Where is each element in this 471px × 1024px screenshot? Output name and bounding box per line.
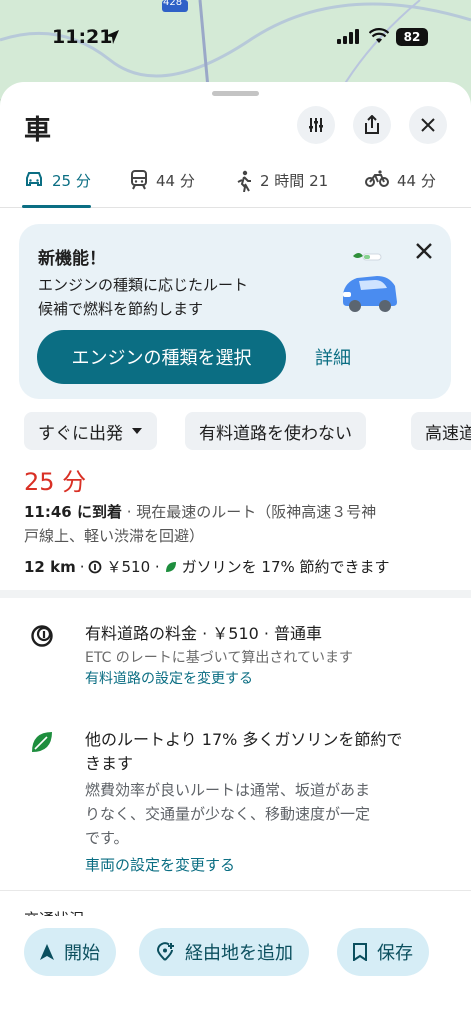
chip-highways-label: 高速道	[425, 423, 471, 444]
route-toll: ￥510 ·	[106, 558, 160, 576]
chip-depart-now[interactable]: すぐに出発	[24, 412, 157, 450]
section-divider	[0, 590, 471, 598]
save-button[interactable]: 保存	[337, 928, 429, 976]
location-arrow-icon	[105, 30, 119, 44]
tab-transit[interactable]: 44 分	[130, 166, 195, 206]
chip-highways[interactable]: 高速道	[411, 412, 471, 450]
tab-walk[interactable]: 2 時間 21	[236, 166, 328, 206]
start-button-label: 開始	[64, 943, 100, 964]
route-fuel-saving: ガソリンを 17% 節約できます	[181, 558, 390, 576]
toll-icon	[89, 560, 102, 573]
walking-icon	[237, 170, 251, 192]
navigation-arrow-icon	[40, 944, 54, 960]
close-button[interactable]	[409, 106, 447, 144]
traffic-section-heading: 交通状況	[24, 908, 84, 916]
fuel-desc-line2: りなく、交通量が少なく、移動速度が一定	[85, 805, 371, 823]
tab-walk-label: 2 時間 21	[260, 172, 329, 190]
change-vehicle-settings-link[interactable]: 車両の設定を変更する	[85, 854, 235, 875]
tab-car-label: 25 分	[52, 172, 91, 190]
arrival-description-cont: 戸線上、軽い渋滞を回避）	[24, 527, 205, 545]
active-tab-indicator	[22, 205, 91, 208]
sheet-grabber[interactable]	[212, 91, 259, 96]
tab-car[interactable]: 25 分	[24, 166, 91, 206]
battery-indicator: 82	[396, 28, 428, 46]
electric-car-illustration	[343, 253, 397, 312]
status-bar: 11:21 82	[0, 0, 471, 76]
chevron-down-icon	[132, 428, 142, 434]
tab-transit-label: 44 分	[156, 172, 195, 190]
chip-depart-now-label: すぐに出発	[38, 423, 123, 444]
chip-avoid-tolls-label: 有料道路を使わない	[199, 423, 352, 444]
add-stop-button[interactable]: 経由地を追加	[139, 928, 309, 976]
tab-bike[interactable]: 44 分	[365, 166, 436, 206]
route-distance: 12 km	[24, 557, 76, 576]
promo-heading: 新機能！	[38, 249, 106, 269]
add-stop-icon	[156, 942, 174, 961]
save-button-label: 保存	[377, 943, 413, 964]
promo-body-line1: エンジンの種類に応じたルート	[38, 276, 249, 294]
toll-subtitle: ETC のレートに基づいて算出されています	[85, 650, 353, 666]
route-filter-chips: すぐに出発 有料道路を使わない 高速道	[24, 412, 471, 450]
car-icon	[26, 172, 42, 186]
eco-leaf-icon	[165, 561, 176, 572]
start-button[interactable]: 開始	[24, 928, 116, 976]
route-options-button[interactable]	[297, 106, 335, 144]
promo-body-line2: 候補で燃料を節約します	[38, 300, 204, 318]
bottom-action-bar: 開始 経由地を追加 保存	[0, 924, 471, 1024]
arrival-description: · 現在最速のルート（阪神高速３号神	[121, 503, 377, 521]
fuel-desc-line3: です。	[85, 829, 129, 847]
fuel-desc-line1: 燃費効率が良いルートは通常、坂道があま	[85, 781, 371, 799]
sliders-icon	[309, 118, 323, 132]
change-toll-settings-link[interactable]: 有料道路の設定を変更する	[85, 668, 253, 688]
route-arrival: 11:46 に到着 · 現在最速のルート（阪神高速３号神 戸線上、軽い渋滞を回避…	[24, 500, 454, 548]
cellular-signal-icon	[337, 29, 359, 44]
eco-leaf-icon	[32, 732, 52, 752]
separator-dot: ·	[79, 557, 85, 576]
list-divider	[0, 890, 471, 891]
share-button[interactable]	[353, 106, 391, 144]
select-engine-type-button[interactable]: エンジンの種類を選択	[37, 330, 286, 384]
toll-icon	[31, 625, 53, 647]
close-icon	[416, 243, 432, 259]
tab-bike-label: 44 分	[397, 172, 436, 190]
bookmark-icon	[353, 943, 367, 961]
new-feature-card: 新機能！ エンジンの種類に応じたルート 候補で燃料を節約します エンジンの種類を…	[19, 224, 451, 399]
route-duration: 25 分	[24, 468, 87, 496]
wifi-icon	[369, 28, 389, 43]
fuel-title-line2: きます	[85, 754, 134, 773]
route-stats: 12 km · ￥510 · ガソリンを 17% 節約できます	[24, 556, 390, 577]
fuel-title-line1: 他のルートより 17% 多くガソリンを節約で	[85, 730, 403, 749]
chip-avoid-tolls[interactable]: 有料道路を使わない	[185, 412, 366, 450]
toll-title: 有料道路の料金 · ￥510 · 普通車	[85, 624, 323, 643]
add-stop-label: 経由地を追加	[185, 943, 293, 964]
directions-sheet: 車 25 分 44 分 2 時間 21 44 分 新機能！ エンジンの種類に応じ…	[0, 82, 471, 1024]
bicycle-icon	[365, 170, 389, 187]
details-link[interactable]: 詳細	[315, 344, 351, 370]
arrival-time: 11:46 に到着	[24, 503, 122, 521]
travel-mode-tabs: 25 分 44 分 2 時間 21 44 分	[0, 166, 471, 208]
page-title: 車	[24, 115, 51, 146]
share-icon	[365, 115, 379, 134]
promo-close-button[interactable]	[411, 238, 437, 264]
train-icon	[131, 170, 147, 190]
close-icon	[421, 118, 435, 132]
